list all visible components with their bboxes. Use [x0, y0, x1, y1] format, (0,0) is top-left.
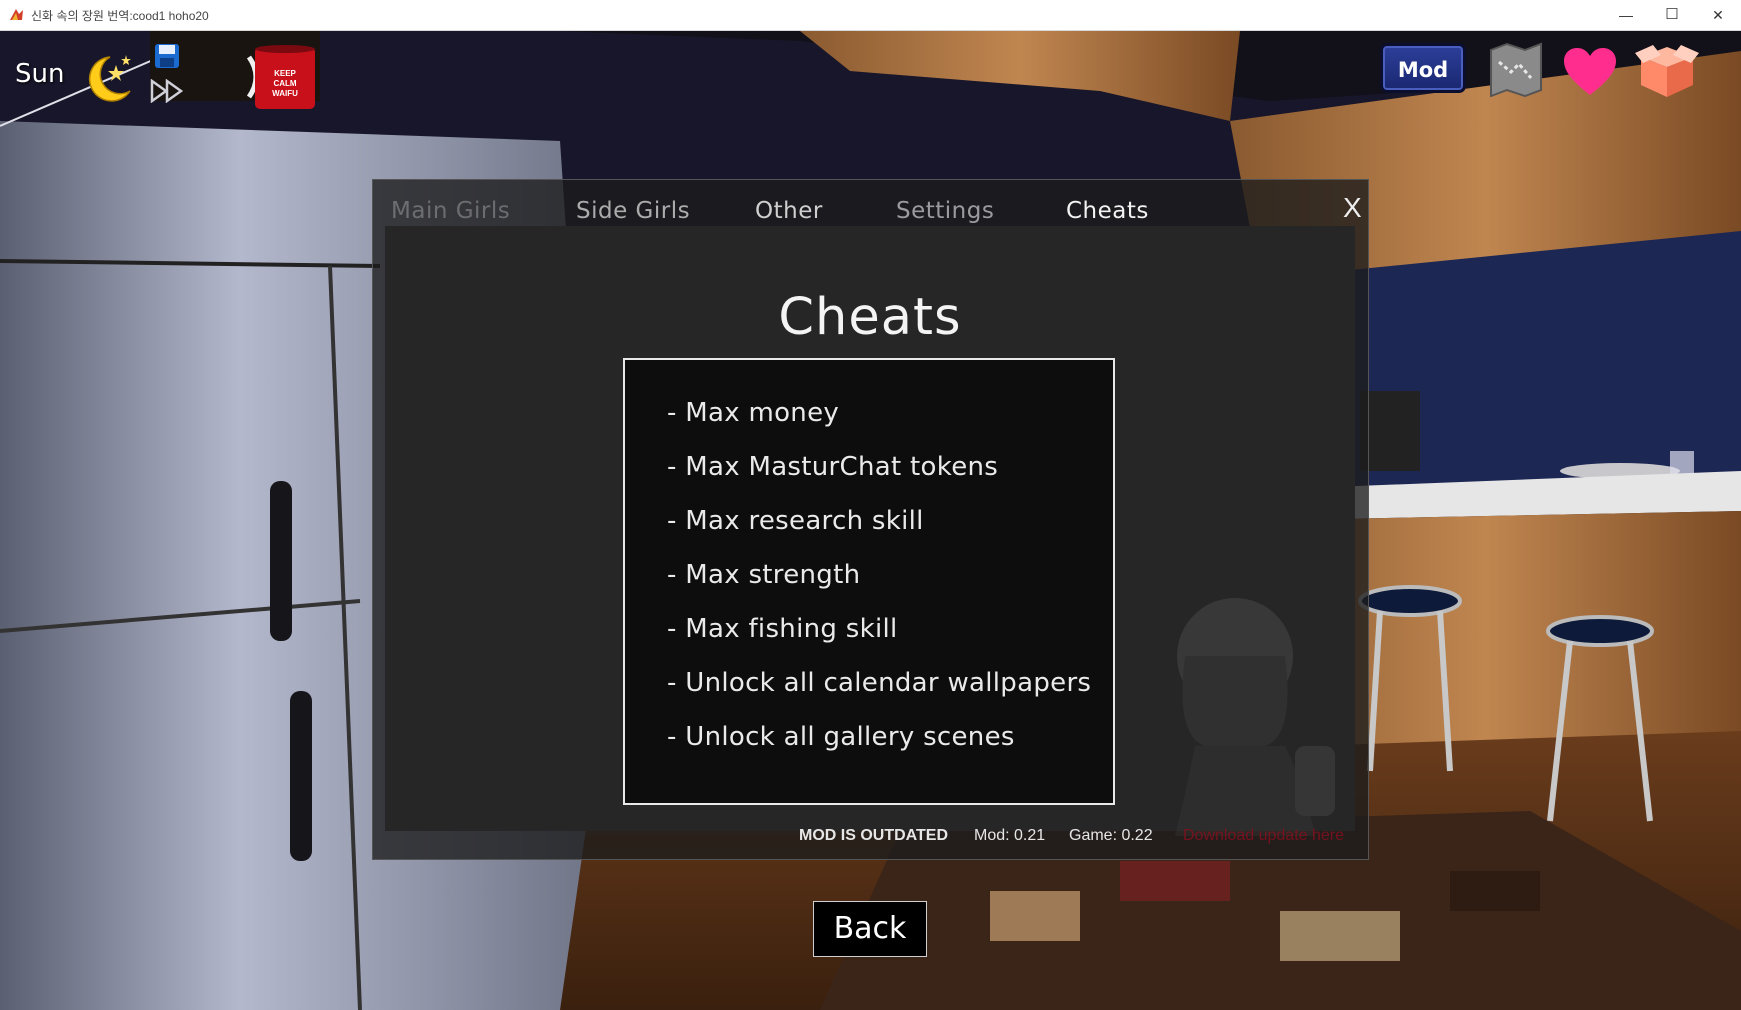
heart-icon[interactable]: [1562, 47, 1618, 97]
cheat-max-fishing-skill[interactable]: - Max fishing skill: [667, 614, 898, 644]
game-viewport: Sun KEEP CALM WAIFU Mod Main Girls Side …: [0, 31, 1741, 1010]
cheats-panel: Cheats - Max money - Max MasturChat toke…: [385, 226, 1355, 836]
cheat-max-strength[interactable]: - Max strength: [667, 560, 860, 590]
save-icon[interactable]: [154, 43, 180, 69]
app-icon: [10, 9, 23, 20]
map-icon[interactable]: [1489, 42, 1544, 97]
window-title: 신화 속의 장원 번역:cood1 hoho20: [31, 9, 209, 23]
mod-button[interactable]: Mod: [1380, 43, 1466, 93]
mod-version-label: Mod: 0.21: [974, 827, 1046, 844]
cheat-list: - Max money - Max MasturChat tokens - Ma…: [623, 358, 1115, 805]
svg-text:KEEP: KEEP: [274, 69, 296, 78]
mug-icon[interactable]: KEEP CALM WAIFU: [243, 43, 323, 109]
tab-cheats[interactable]: Cheats: [1066, 198, 1149, 224]
page-title: Cheats: [778, 288, 962, 347]
maximize-button[interactable]: ☐: [1649, 0, 1695, 30]
character-silhouette: [1175, 598, 1335, 836]
close-window-button[interactable]: ✕: [1695, 0, 1741, 30]
cheat-unlock-calendar-wallpapers[interactable]: - Unlock all calendar wallpapers: [667, 668, 1091, 698]
cheat-unlock-gallery-scenes[interactable]: - Unlock all gallery scenes: [667, 722, 1015, 752]
tab-side-girls[interactable]: Side Girls: [576, 198, 690, 224]
menu-dialog: Main Girls Side Girls Other Settings Che…: [372, 179, 1369, 860]
mod-outdated-label: MOD IS OUTDATED: [799, 827, 949, 844]
game-version-label: Game: 0.22: [1069, 827, 1153, 844]
cheat-max-masturchat-tokens[interactable]: - Max MasturChat tokens: [667, 452, 998, 482]
cheat-max-money[interactable]: - Max money: [667, 398, 839, 428]
tab-other[interactable]: Other: [755, 198, 823, 224]
cheat-max-research-skill[interactable]: - Max research skill: [667, 506, 924, 536]
minimize-button[interactable]: —: [1603, 0, 1649, 30]
tab-main-girls[interactable]: Main Girls: [391, 198, 510, 224]
svg-text:WAIFU: WAIFU: [272, 89, 298, 98]
dialog-close-button[interactable]: X: [1343, 192, 1362, 224]
window-titlebar: 신화 속의 장원 번역:cood1 hoho20 — ☐ ✕: [0, 0, 1741, 31]
svg-text:CALM: CALM: [273, 79, 296, 88]
download-update-link[interactable]: Download update here: [1183, 827, 1344, 845]
box-icon[interactable]: [1633, 41, 1701, 99]
fast-forward-icon[interactable]: [150, 79, 186, 103]
day-label: Sun: [15, 59, 65, 89]
moon-stars-icon[interactable]: [80, 51, 136, 107]
tab-settings[interactable]: Settings: [896, 198, 994, 224]
back-button[interactable]: Back: [813, 901, 927, 957]
